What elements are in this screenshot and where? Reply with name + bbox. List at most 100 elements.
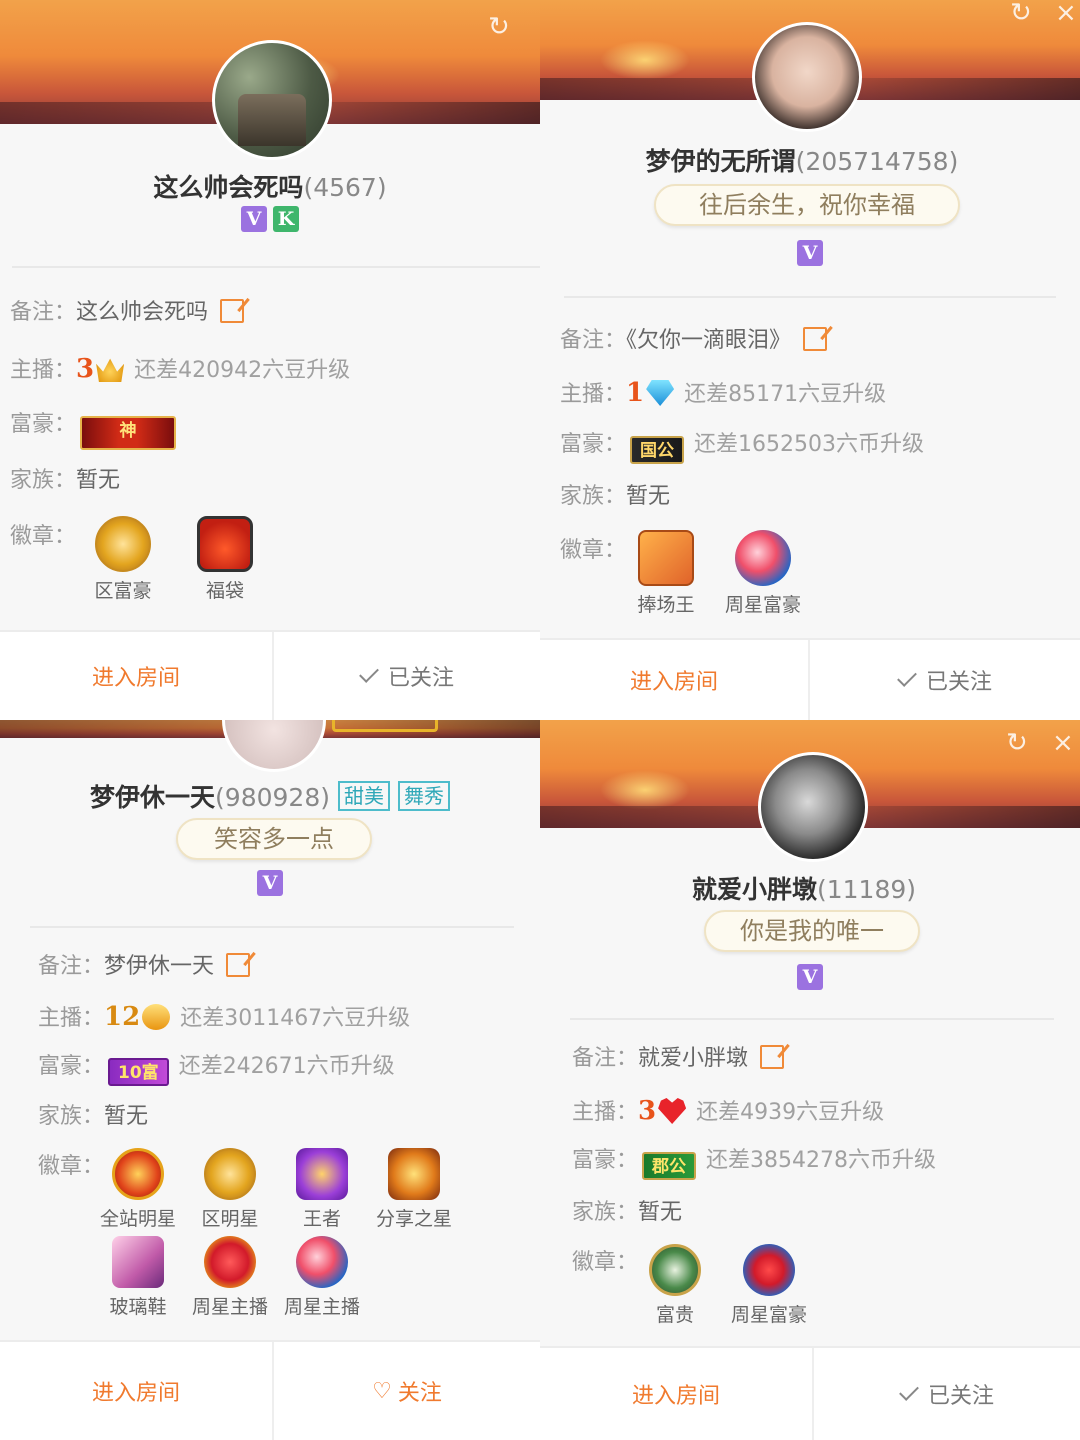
medal-label: 徽章： [560,538,627,563]
medal-item[interactable]: 玻璃鞋 [100,1236,176,1319]
star-icon [142,1004,171,1030]
anchor-label: 主播： [10,358,77,383]
medal-item[interactable]: 全站明星 [96,1148,180,1231]
medal-name: 周星主播 [283,1296,360,1318]
medal-item[interactable]: 区明星 [192,1148,268,1231]
profile-card-4: ↻ × 就爱小胖墩(11189) 你是我的唯一 V 备注：就爱小胖墩 主播：3 还… [540,720,1080,1440]
medal-item[interactable]: 王者 [284,1148,360,1231]
edit-icon[interactable] [760,1045,785,1069]
identity-badges: V [0,870,540,896]
medal-row: 徽章： [560,534,626,568]
remark-value: 梦伊休一天 [104,954,215,979]
followed-button[interactable]: 已关注 [272,632,540,720]
medal-name: 捧场王 [637,594,695,616]
close-icon[interactable]: × [1052,730,1074,756]
medal-item[interactable]: 富贵 [640,1244,710,1327]
king-medal-icon [296,1148,348,1200]
rich-level-badge: 郡公 [642,1152,697,1180]
profile-card-1: ↻ 这么帅会死吗(4567) VK 备注：这么帅会死吗 主播：3 还差420942… [0,0,540,720]
medal-item[interactable]: 周星主播 [280,1236,364,1319]
crown-icon [96,358,125,382]
wealth-medal-icon [649,1244,701,1296]
refresh-icon[interactable]: ↻ [1010,0,1032,26]
anchor-level: 3 [76,354,95,384]
action-bar: 进入房间 已关注 [0,630,540,720]
refresh-icon[interactable]: ↻ [1006,730,1028,756]
user-id: (4567) [303,173,387,202]
medal-name: 全站明星 [99,1208,176,1230]
follow-label: 已关注 [387,666,454,691]
followed-button[interactable]: 已关注 [812,1348,1080,1440]
rich-level-badge: 神 [80,416,177,450]
medal-item[interactable]: 周星富豪 [724,1244,814,1327]
identity-badges: VK [0,206,540,232]
enter-room-button[interactable]: 进入房间 [540,1348,812,1440]
anchor-hint: 还差85171六豆升级 [684,382,887,407]
identity-badges: V [540,964,1080,990]
medal-name: 玻璃鞋 [109,1296,167,1318]
remark-label: 备注： [38,954,105,979]
enter-room-label: 进入房间 [629,670,718,695]
family-label: 家族： [560,484,627,509]
followed-button[interactable]: 已关注 [808,640,1080,720]
tag-badge: 舞秀 [397,781,450,811]
candy-icon [735,530,791,586]
crown-medal-icon [112,1148,164,1200]
frame-decoration [332,720,438,732]
action-bar: 进入房间 ♡ 关注 [0,1340,540,1440]
check-icon [359,663,379,683]
anchor-label: 主播： [38,1006,105,1031]
enter-room-button[interactable]: 进入房间 [0,632,272,720]
identity-badges: V [540,240,1080,266]
check-icon [899,1381,919,1401]
cheer-king-icon [638,530,694,586]
family-row: 家族：暂无 [10,464,120,498]
family-value: 暂无 [76,468,121,493]
refresh-icon[interactable]: ↻ [488,14,510,40]
medal-name: 福袋 [205,580,244,602]
rose-medal-icon [204,1236,256,1288]
avatar[interactable] [212,40,332,160]
edit-icon[interactable] [226,953,251,977]
medal-item[interactable]: 区富豪 [88,516,158,603]
enter-room-label: 进入房间 [631,1384,720,1409]
signature-bubble: 你是我的唯一 [704,910,920,952]
medal-name: 分享之星 [375,1208,452,1230]
rich-label: 富豪： [560,432,627,457]
follow-button[interactable]: ♡ 关注 [272,1342,540,1440]
avatar[interactable] [752,22,862,132]
rich-level-badge: 国公 [630,436,685,464]
anchor-row: 主播：1 还差85171六豆升级 [560,376,886,412]
rich-level-badge: 10富 [108,1058,169,1086]
signature-text: 笑容多一点 [214,825,334,853]
medal-item[interactable]: 捧场王 [628,530,704,617]
close-icon[interactable]: × [1055,0,1077,26]
medal-label: 徽章： [10,524,77,549]
anchor-hint: 还差4939六豆升级 [696,1100,885,1125]
medal-item[interactable]: 分享之星 [370,1148,458,1231]
medal-item[interactable]: 周星富豪 [718,530,808,617]
enter-room-button[interactable]: 进入房间 [0,1342,272,1440]
family-row: 家族：暂无 [560,480,670,514]
anchor-level: 12 [104,1002,141,1032]
follow-label: 关注 [397,1381,442,1406]
glass-shoe-icon [112,1236,164,1288]
nickname-line: 梦伊休一天(980928) 甜美 舞秀 [0,778,540,814]
avatar[interactable] [758,752,868,862]
medal-item[interactable]: 周星主播 [188,1236,272,1319]
medal-name: 区富豪 [94,580,152,602]
family-row: 家族：暂无 [38,1100,148,1134]
medal-label: 徽章： [572,1250,639,1275]
divider [570,1018,1054,1020]
medal-item[interactable]: 福袋 [190,516,260,603]
edit-icon[interactable] [803,327,828,351]
check-icon [897,667,917,687]
action-bar: 进入房间 已关注 [540,638,1080,720]
avatar[interactable] [222,720,326,772]
remark-label: 备注： [560,328,627,353]
edit-icon[interactable] [220,299,245,323]
enter-room-button[interactable]: 进入房间 [540,640,808,720]
user-id: (205714758) [795,147,959,176]
medal-name: 周星富豪 [730,1304,807,1326]
family-label: 家族： [38,1104,105,1129]
